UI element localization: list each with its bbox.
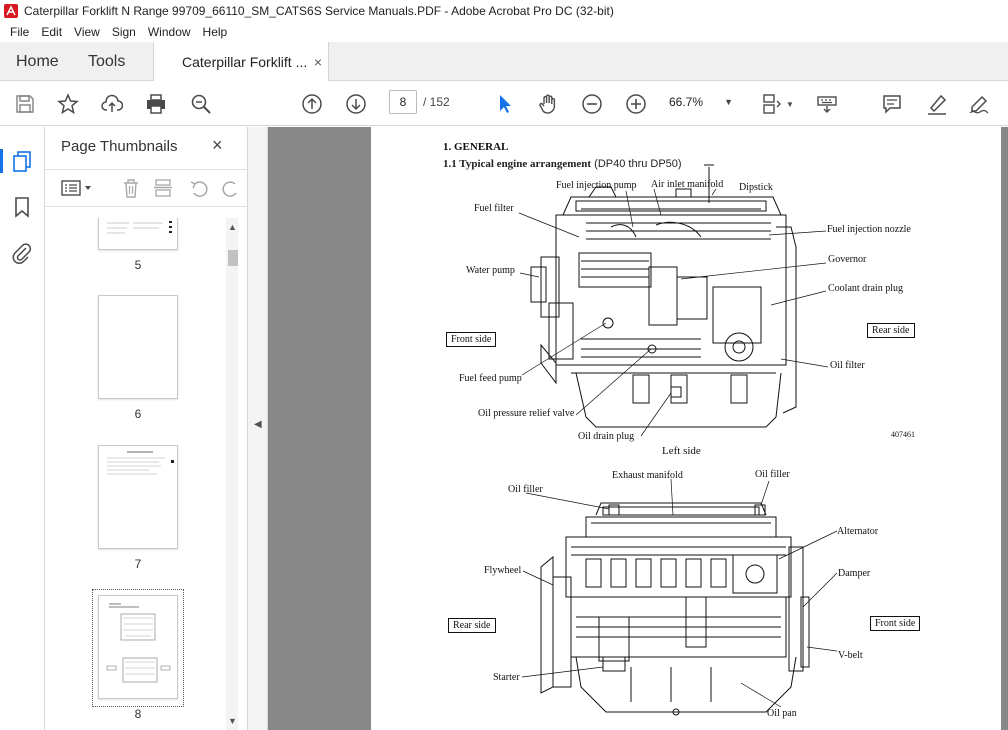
close-panel-icon[interactable]: ×	[212, 135, 223, 156]
zoom-dropdown-icon: ▼	[724, 97, 733, 107]
panel-collapse-bar[interactable]: ◀	[248, 127, 268, 730]
star-icon[interactable]	[56, 92, 80, 116]
panel-title: Page Thumbnails	[61, 138, 178, 155]
label-starter: Starter	[493, 672, 520, 683]
label-flywheel: Flywheel	[484, 565, 522, 576]
next-page-icon[interactable]	[344, 92, 368, 116]
pdf-page: 1. GENERAL 1.1 Typical engine arrangemen…	[371, 127, 1001, 730]
acrobat-logo-icon	[4, 4, 18, 18]
attachment-icon[interactable]	[10, 241, 34, 265]
window-title: Caterpillar Forklift N Range 99709_66110…	[24, 4, 614, 18]
bookmark-icon[interactable]	[10, 195, 34, 219]
menu-file[interactable]: File	[4, 25, 35, 39]
previous-page-icon[interactable]	[300, 92, 324, 116]
menu-edit[interactable]: Edit	[35, 25, 68, 39]
hand-tool-icon[interactable]	[536, 92, 560, 116]
scroll-up-icon[interactable]: ▲	[228, 222, 237, 232]
scrollbar-thumb[interactable]	[228, 250, 238, 266]
tab-document[interactable]: Caterpillar Forklift ... ×	[153, 42, 329, 82]
insert-page-icon[interactable]	[153, 178, 173, 201]
label-exhaust-manifold: Exhaust manifold	[612, 470, 683, 481]
menu-view[interactable]: View	[68, 25, 106, 39]
thumbnail-number: 5	[134, 258, 142, 272]
tab-document-label: Caterpillar Forklift ...	[182, 54, 308, 70]
close-tab-icon[interactable]: ×	[314, 54, 322, 70]
thumbnail-page-6[interactable]	[98, 295, 178, 399]
delete-page-icon[interactable]	[121, 178, 141, 201]
comment-icon[interactable]	[880, 92, 904, 116]
thumbnail-number: 6	[134, 407, 142, 421]
menu-bar: File Edit View Sign Window Help	[0, 22, 1008, 42]
page-fit-icon[interactable]	[760, 92, 784, 116]
keyboard-tool-icon[interactable]	[815, 92, 839, 116]
label-oil-filler-right: Oil filler	[755, 469, 790, 480]
label-damper: Damper	[838, 568, 871, 579]
menu-sign[interactable]: Sign	[106, 25, 142, 39]
scroll-down-icon[interactable]: ▼	[228, 716, 237, 726]
document-view[interactable]: 1. GENERAL 1.1 Typical engine arrangemen…	[268, 127, 1008, 730]
select-cursor-icon[interactable]	[493, 92, 517, 116]
page-fit-dropdown-icon[interactable]: ▼	[785, 92, 795, 116]
tab-tools[interactable]: Tools	[88, 42, 125, 81]
page-number-input[interactable]: 8	[389, 90, 417, 114]
label-rear-side-2: Rear side	[448, 618, 496, 633]
highlight-pen-icon[interactable]	[925, 92, 949, 116]
engine-right-side-drawing	[521, 478, 838, 716]
thumbnail-list: 5 6 7 8	[45, 218, 235, 730]
thumbnail-scrollbar[interactable]: ▲ ▼	[226, 218, 238, 730]
page-total: / 152	[423, 95, 450, 109]
zoom-level-select[interactable]: 66.7% ▼	[669, 90, 739, 114]
thumbnail-number: 8	[134, 707, 142, 721]
navigation-rail	[0, 127, 45, 730]
thumbnail-page-8[interactable]	[98, 595, 178, 699]
rotate-counterclockwise-icon[interactable]	[189, 178, 209, 201]
sign-pen-icon[interactable]	[967, 92, 991, 116]
thumbnail-5-content	[107, 221, 172, 234]
zoom-in-icon[interactable]	[624, 92, 648, 116]
label-front-side-2: Front side	[870, 616, 921, 631]
zoom-out-icon[interactable]	[580, 92, 604, 116]
tab-home[interactable]: Home	[16, 42, 59, 81]
zoom-search-icon[interactable]	[189, 92, 213, 116]
save-icon[interactable]	[13, 92, 37, 116]
thumbnail-page-7[interactable]	[98, 445, 178, 549]
print-icon[interactable]	[144, 92, 168, 116]
menu-window[interactable]: Window	[142, 25, 197, 39]
thumbnail-page-5[interactable]	[98, 218, 178, 250]
collapse-left-icon[interactable]: ◀	[254, 419, 262, 430]
menu-help[interactable]: Help	[197, 25, 234, 39]
thumbnail-number: 7	[134, 557, 142, 571]
label-oil-filler-left: Oil filler	[508, 484, 543, 495]
upload-cloud-icon[interactable]	[100, 92, 124, 116]
page-thumbnails-panel: Page Thumbnails × 5 6 7 8 ▲ ▼	[45, 127, 248, 730]
title-bar: Caterpillar Forklift N Range 99709_66110…	[0, 0, 1008, 22]
label-alternator: Alternator	[837, 526, 879, 537]
page-thumbnails-icon[interactable]	[0, 149, 34, 173]
rotate-clockwise-icon[interactable]	[221, 178, 237, 201]
panel-toolbar	[45, 169, 248, 207]
options-menu-icon[interactable]	[61, 179, 95, 200]
tab-bar: Home Tools Caterpillar Forklift ... ×	[0, 42, 1008, 82]
thumbnail-7-content	[107, 451, 174, 475]
label-v-belt: V-belt	[838, 650, 863, 661]
zoom-level-value: 66.7%	[669, 95, 704, 109]
thumbnail-8-content	[106, 603, 171, 683]
toolbar: ▼	[0, 81, 1008, 126]
label-oil-pan: Oil pan	[767, 708, 797, 719]
